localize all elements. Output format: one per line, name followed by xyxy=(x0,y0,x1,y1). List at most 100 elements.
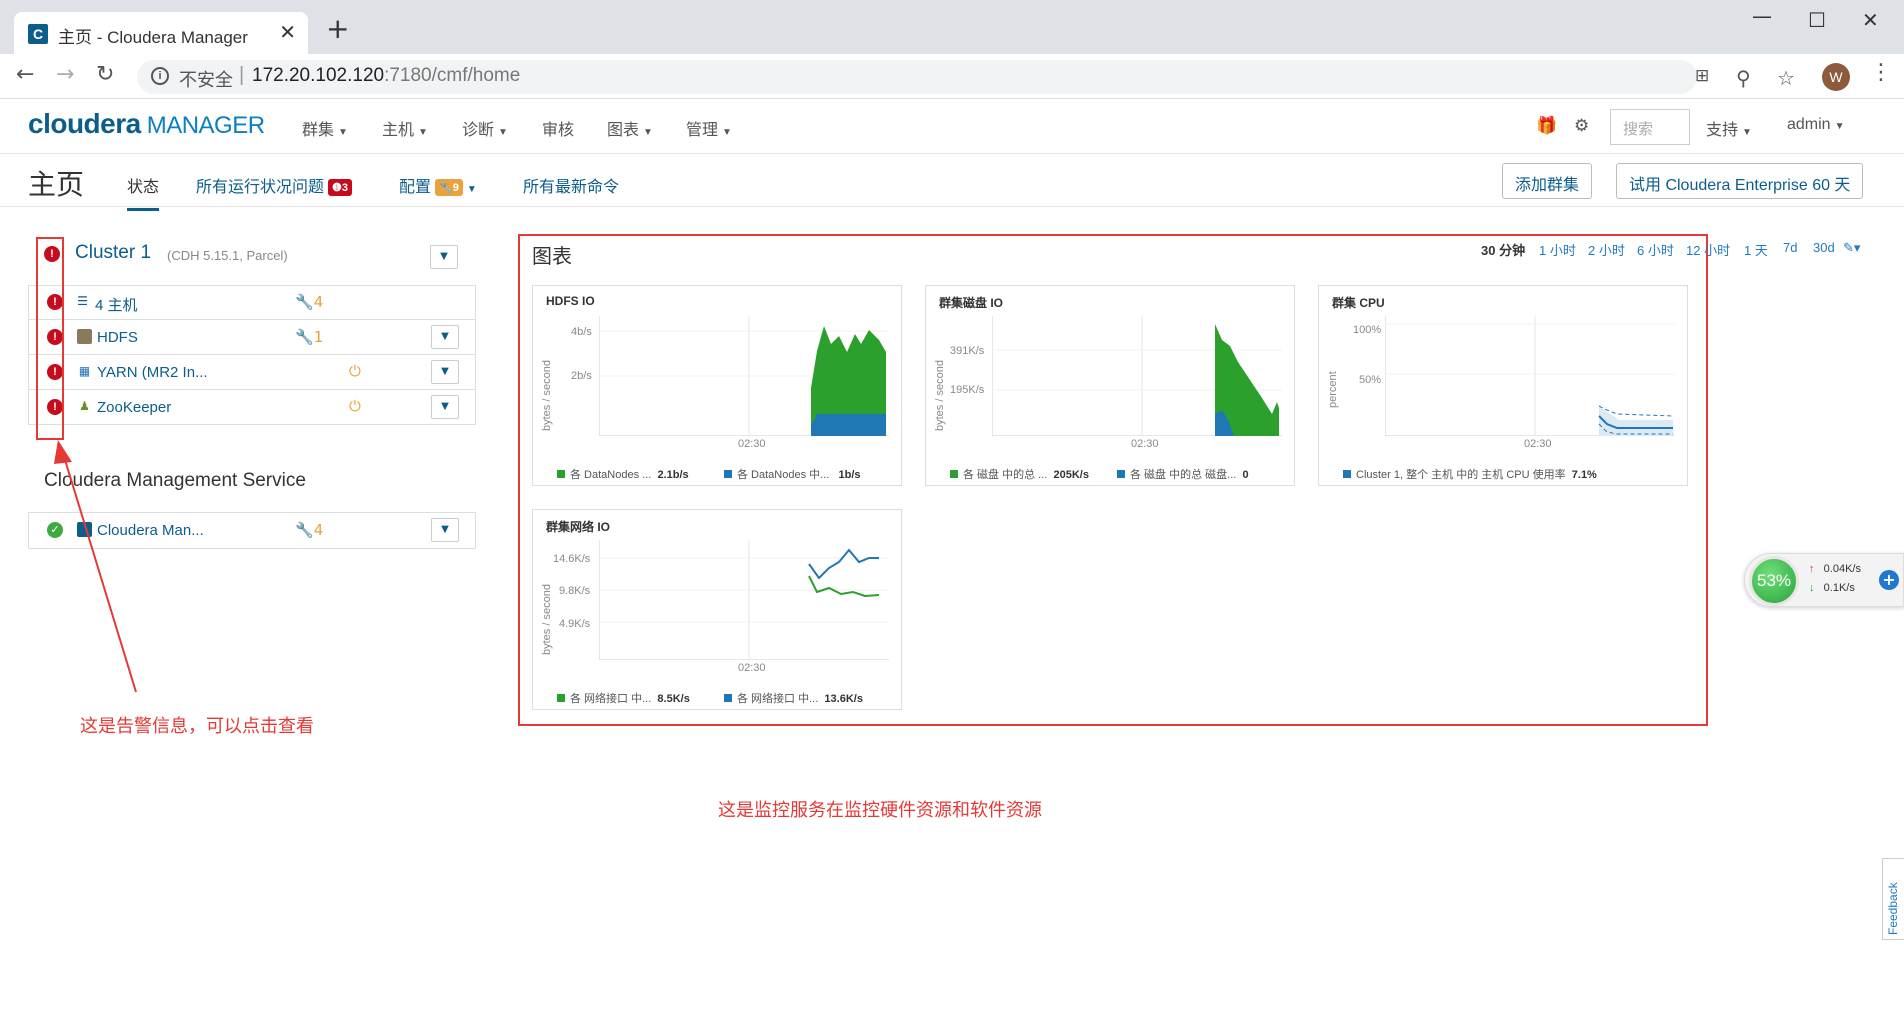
chart-card-cluster-disk-io[interactable]: 群集磁盘 IO bytes / second 391K/s 195K/s 02:… xyxy=(925,285,1295,486)
monitor-annotation-text: 这是监控服务在监控硬件资源和软件资源 xyxy=(718,800,1042,821)
legend-item[interactable]: 各 网络接口 中... 8.5K/s xyxy=(557,690,690,706)
chart-plot xyxy=(599,316,889,436)
zoom-icon[interactable]: ⚲ xyxy=(1736,66,1751,90)
menu-support[interactable]: 支持 ▼ xyxy=(1706,116,1752,140)
chart-plot xyxy=(1385,316,1675,436)
config-issues-wrench-icon[interactable]: 🔧1 xyxy=(295,328,323,346)
new-tab-button[interactable]: + xyxy=(326,12,349,45)
range-1d[interactable]: 1 天 xyxy=(1744,240,1768,259)
address-bar[interactable]: i 不安全 | 172.20.102.120:7180/cmf/home ⊞ ⚲… xyxy=(137,60,1795,94)
y-tick: 14.6K/s xyxy=(553,553,591,565)
app-navbar: cloudera MANAGER 群集 ▼ 主机 ▼ 诊断 ▼ 审核 图表 ▼ 管理 ▼ 🎁… xyxy=(0,100,1904,154)
gift-icon[interactable]: 🎁 xyxy=(1536,116,1557,136)
reload-icon[interactable]: ↻ xyxy=(96,62,114,87)
minimize-icon[interactable]: — xyxy=(1752,4,1772,28)
range-30d[interactable]: 30d xyxy=(1813,240,1835,255)
alert-annotation-text: 这是告警信息，可以点击查看 xyxy=(80,716,314,737)
browser-menu-icon[interactable]: ⋮ xyxy=(1870,60,1892,85)
x-tick: 02:30 xyxy=(1131,438,1159,450)
legend-item[interactable]: Cluster 1, 整个 主机 中的 主机 CPU 使用率 7.1% xyxy=(1343,466,1597,482)
maximize-icon[interactable]: ☐ xyxy=(1808,8,1826,32)
menu-clusters[interactable]: 群集 ▼ xyxy=(302,116,348,140)
y-axis-label: bytes / second xyxy=(541,360,553,431)
translate-icon[interactable]: ⊞ xyxy=(1695,66,1709,86)
info-icon[interactable]: i xyxy=(151,67,169,85)
legend-item[interactable]: 各 磁盘 中的总 ... 205K/s xyxy=(950,466,1089,482)
download-speed: ↓ 0.1K/s xyxy=(1809,582,1855,594)
edit-charts-pencil-icon[interactable]: ✎▾ xyxy=(1843,240,1860,256)
service-link-hdfs[interactable]: HDFS xyxy=(97,329,138,346)
running-commands-icon[interactable]: ⚙ xyxy=(1574,116,1589,136)
security-label: 不安全 xyxy=(179,70,233,90)
hdfs-service-icon xyxy=(77,329,92,344)
page-title: 主页 xyxy=(28,169,85,200)
menu-user[interactable]: admin ▼ xyxy=(1787,116,1844,134)
legend-item[interactable]: 各 DataNodes ... 2.1b/s xyxy=(557,466,689,482)
legend-item[interactable]: 各 磁盘 中的总 磁盘... 0 xyxy=(1117,466,1249,482)
service-row-yarn: ! ▦ YARN (MR2 In... ⏻ ▼ xyxy=(28,355,476,390)
range-30min[interactable]: 30 分钟 xyxy=(1481,240,1525,259)
service-row-zookeeper: ! ♟ ZooKeeper ⏻ ▼ xyxy=(28,390,476,425)
range-6h[interactable]: 6 小时 xyxy=(1637,240,1674,259)
service-row-hdfs: ! HDFS 🔧1 ▼ xyxy=(28,320,476,355)
legend-item[interactable]: 各 网络接口 中... 13.6K/s xyxy=(724,690,863,706)
range-2h[interactable]: 2 小时 xyxy=(1588,240,1625,259)
service-actions-dropdown[interactable]: ▼ xyxy=(431,360,459,384)
url-text[interactable]: 172.20.102.120:7180/cmf/home xyxy=(252,65,520,87)
config-issues-wrench-icon[interactable]: 🔧4 xyxy=(295,293,323,311)
chart-card-cluster-network-io[interactable]: 群集网络 IO bytes / second 14.6K/s 9.8K/s 4.… xyxy=(532,509,902,710)
close-tab-icon[interactable]: ✕ xyxy=(279,20,296,44)
browser-tab[interactable]: C 主页 - Cloudera Manager ✕ xyxy=(14,12,308,54)
menu-charts[interactable]: 图表 ▼ xyxy=(607,116,653,140)
tab-recent-commands[interactable]: 所有最新命令 xyxy=(523,173,619,197)
bookmark-star-icon[interactable]: ☆ xyxy=(1777,66,1795,90)
tab-status[interactable]: 状态 xyxy=(127,173,160,211)
service-link-hosts[interactable]: 4 主机 xyxy=(95,294,138,315)
profile-avatar[interactable]: W xyxy=(1822,63,1850,91)
cluster-name-link[interactable]: Cluster 1 xyxy=(75,242,151,264)
memory-usage-gauge[interactable]: 53% xyxy=(1749,556,1799,606)
page-subnav: 主页 状态 所有运行状况问题 ❶3 配置 🔧9 ▼ 所有最新命令 添加群集 试用 Cl… xyxy=(0,155,1904,211)
close-window-icon[interactable]: ✕ xyxy=(1862,8,1879,32)
plus-icon[interactable]: + xyxy=(1879,570,1899,590)
power-stopped-icon[interactable]: ⏻ xyxy=(349,397,361,415)
menu-administration[interactable]: 管理 ▼ xyxy=(686,116,732,140)
chart-card-hdfs-io[interactable]: HDFS IO bytes / second 4b/s 2b/s 02:30 各… xyxy=(532,285,902,486)
back-arrow-icon[interactable]: ← xyxy=(16,62,34,87)
add-cluster-button[interactable]: 添加群集 xyxy=(1502,163,1593,199)
y-tick: 391K/s xyxy=(950,345,985,357)
search-input[interactable]: 搜索 xyxy=(1610,109,1690,145)
range-1h[interactable]: 1 小时 xyxy=(1539,240,1576,259)
try-enterprise-button[interactable]: 试用 Cloudera Enterprise 60 天 xyxy=(1616,163,1864,199)
y-tick: 195K/s xyxy=(950,384,985,396)
legend-item[interactable]: 各 DataNodes 中... 1b/s xyxy=(724,466,861,482)
network-speed-widget[interactable]: 53% ↑ 0.04K/s ↓ 0.1K/s + xyxy=(1744,553,1904,607)
y-tick: 4.9K/s xyxy=(559,618,591,630)
browser-toolbar: ← → ↻ i 不安全 | 172.20.102.120:7180/cmf/ho… xyxy=(0,54,1904,99)
chart-title: 群集网络 IO xyxy=(546,520,611,534)
service-actions-dropdown[interactable]: ▼ xyxy=(431,395,459,419)
service-link-yarn[interactable]: YARN (MR2 In... xyxy=(97,364,208,381)
cluster-actions-dropdown[interactable]: ▼ xyxy=(430,245,458,269)
service-actions-dropdown[interactable]: ▼ xyxy=(431,325,459,349)
power-stopped-icon[interactable]: ⏻ xyxy=(349,362,361,380)
range-7d[interactable]: 7d xyxy=(1783,240,1797,255)
range-12h[interactable]: 12 小时 xyxy=(1686,240,1730,259)
chart-card-cluster-cpu[interactable]: 群集 CPU percent 100% 50% 02:30 Cluster 1,… xyxy=(1318,285,1688,486)
y-axis-label: bytes / second xyxy=(934,360,946,431)
y-tick: 4b/s xyxy=(571,326,592,338)
x-tick: 02:30 xyxy=(738,438,766,450)
service-row-hosts: ! ☰ 4 主机 🔧4 xyxy=(28,285,476,320)
menu-hosts[interactable]: 主机 ▼ xyxy=(382,116,428,140)
service-actions-dropdown[interactable]: ▼ xyxy=(431,518,459,542)
config-issues-wrench-icon[interactable]: 🔧4 xyxy=(295,521,323,539)
upload-speed: ↑ 0.04K/s xyxy=(1809,563,1861,575)
cloudera-logo[interactable]: cloudera MANAGER xyxy=(28,108,265,140)
tab-configuration[interactable]: 配置 🔧9 ▼ xyxy=(399,173,477,197)
menu-diagnostics[interactable]: 诊断 ▼ xyxy=(462,116,508,140)
menu-audits[interactable]: 审核 xyxy=(542,116,574,140)
forward-arrow-icon[interactable]: → xyxy=(56,62,74,87)
tab-health-issues[interactable]: 所有运行状况问题 ❶3 xyxy=(196,173,353,197)
feedback-tab[interactable]: Feedback xyxy=(1882,858,1904,940)
service-link-zookeeper[interactable]: ZooKeeper xyxy=(97,399,171,416)
